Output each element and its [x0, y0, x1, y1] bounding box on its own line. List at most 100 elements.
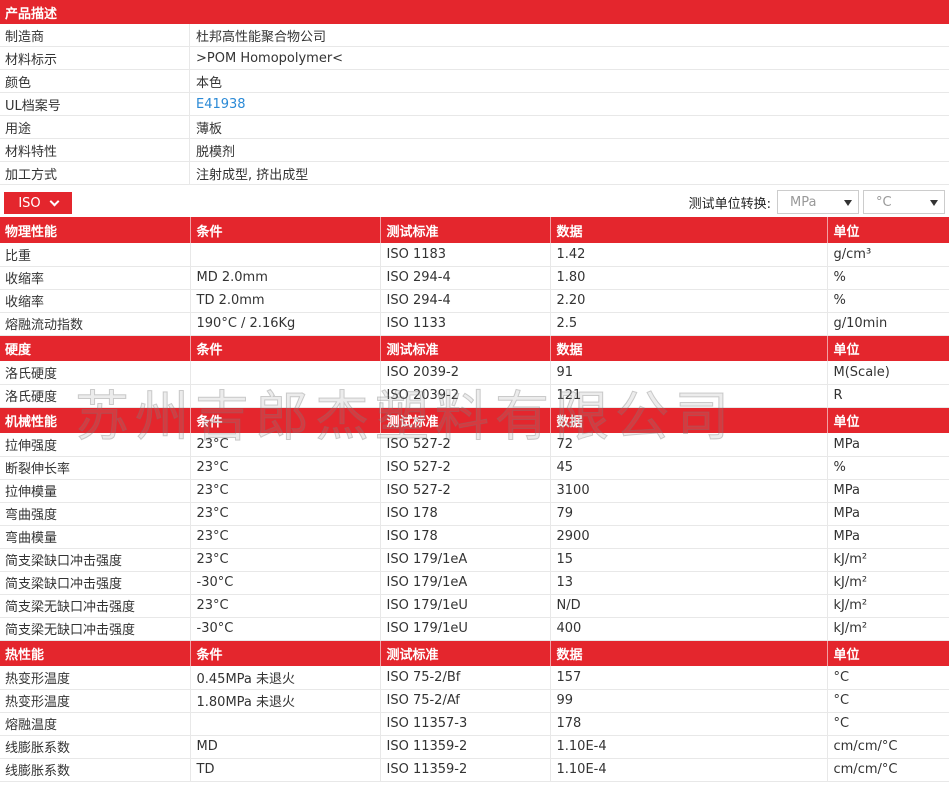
table-row: 线膨胀系数 MD ISO 11359-2 1.10E-4 cm/cm/°C [0, 735, 949, 759]
table-row: 线膨胀系数 TD ISO 11359-2 1.10E-4 cm/cm/°C [0, 758, 949, 782]
column-header-unit: 单位 [827, 217, 949, 243]
description-value: >POM Homopolymer< [196, 50, 344, 66]
table-row: 简支梁缺口冲击强度 -30°C ISO 179/1eA 13 kJ/m² [0, 571, 949, 595]
standard-cell: ISO 527-2 [380, 433, 551, 457]
data-cell: 45 [550, 456, 828, 480]
unit-cell: R [827, 384, 949, 408]
condition-cell [190, 712, 381, 736]
chevron-down-icon [49, 196, 60, 206]
standard-select-button[interactable]: ISO [4, 192, 72, 214]
standard-cell: ISO 75-2/Bf [380, 666, 551, 690]
table-row: 简支梁缺口冲击强度 23°C ISO 179/1eA 15 kJ/m² [0, 548, 949, 572]
standard-cell: ISO 178 [380, 502, 551, 526]
standard-cell: ISO 11359-2 [380, 758, 551, 782]
table-row: 熔融温度 ISO 11357-3 178 °C [0, 712, 949, 736]
standard-cell: ISO 11359-2 [380, 735, 551, 759]
property-name: 拉伸强度 [0, 433, 191, 457]
standard-cell: ISO 75-2/Af [380, 689, 551, 713]
condition-cell [190, 361, 381, 385]
description-row: 颜色 本色 [0, 70, 949, 93]
property-name: 简支梁无缺口冲击强度 [0, 617, 191, 641]
property-name: 弯曲模量 [0, 525, 191, 549]
description-row: 制造商 杜邦高性能聚合物公司 [0, 24, 949, 47]
standard-cell: ISO 1183 [380, 243, 551, 267]
section-header-row: 机械性能 条件 测试标准 数据 单位 [0, 407, 949, 433]
condition-cell: -30°C [190, 617, 381, 641]
unit-cell: °C [827, 712, 949, 736]
column-header-data: 数据 [550, 335, 828, 361]
condition-cell: 23°C [190, 502, 381, 526]
table-row: 拉伸强度 23°C ISO 527-2 72 MPa [0, 433, 949, 457]
table-row: 收缩率 TD 2.0mm ISO 294-4 2.20% [0, 289, 949, 313]
toolbar: ISO 测试单位转换: MPa °C [0, 185, 949, 217]
description-value: 脱模剂 [196, 144, 236, 160]
standard-cell: ISO 179/1eA [380, 548, 551, 572]
unit-cell: kJ/m² [827, 548, 949, 572]
standard-cell: ISO 179/1eU [380, 617, 551, 641]
condition-cell: TD 2.0mm [190, 289, 381, 313]
column-header-unit: 单位 [827, 335, 949, 361]
section-title: 热性能 [0, 640, 191, 666]
condition-cell: 23°C [190, 525, 381, 549]
product-description-section: 产品描述 制造商 杜邦高性能聚合物公司 材料标示 >POM Homopolymer< 颜… [0, 0, 949, 185]
standard-cell: ISO 2039-2 [380, 361, 551, 385]
description-key: 加工方式 [0, 162, 190, 184]
section-header-row: 热性能 条件 测试标准 数据 单位 [0, 640, 949, 666]
column-header-standard: 测试标准 [380, 335, 551, 361]
table-row: 简支梁无缺口冲击强度 23°C ISO 179/1eU N/D kJ/m² [0, 594, 949, 618]
column-header-condition: 条件 [190, 640, 381, 666]
standard-cell: ISO 178 [380, 525, 551, 549]
condition-cell: MD [190, 735, 381, 759]
unit-cell: kJ/m² [827, 594, 949, 618]
condition-cell: 0.45MPa 未退火 [190, 666, 381, 690]
properties-table: 物理性能 条件 测试标准 数据 单位 比重 ISO 1183 1.42 g/cm³ 收缩率 MD 2… [0, 217, 949, 782]
condition-cell: MD 2.0mm [190, 266, 381, 290]
column-header-data: 数据 [550, 640, 828, 666]
dropdown-arrow-icon [844, 200, 852, 206]
standard-cell: ISO 294-4 [380, 289, 551, 313]
data-cell: 72 [550, 433, 828, 457]
temperature-unit-value: °C [876, 194, 892, 210]
data-cell: 157 [550, 666, 828, 690]
description-key: 材料特性 [0, 139, 190, 161]
property-name: 热变形温度 [0, 689, 191, 713]
condition-cell: 190°C / 2.16Kg [190, 312, 381, 336]
data-cell: 91 [550, 361, 828, 385]
standard-cell: ISO 179/1eA [380, 571, 551, 595]
property-name: 洛氏硬度 [0, 384, 191, 408]
condition-cell: -30°C [190, 571, 381, 595]
condition-cell: 23°C [190, 433, 381, 457]
standard-cell: ISO 11357-3 [380, 712, 551, 736]
column-header-standard: 测试标准 [380, 217, 551, 243]
table-row: 弯曲模量 23°C ISO 178 2900 MPa [0, 525, 949, 549]
pressure-unit-value: MPa [790, 194, 817, 210]
data-cell: 400 [550, 617, 828, 641]
description-row: 材料标示 >POM Homopolymer< [0, 47, 949, 70]
table-row: 拉伸模量 23°C ISO 527-2 3100 MPa [0, 479, 949, 503]
section-title: 硬度 [0, 335, 191, 361]
table-row: 热变形温度 1.80MPa 未退火 ISO 75-2/Af 99 °C [0, 689, 949, 713]
property-name: 弯曲强度 [0, 502, 191, 526]
property-name: 收缩率 [0, 289, 191, 313]
ul-file-link[interactable]: E41938 [190, 93, 246, 115]
table-row: 洛氏硬度 ISO 2039-2 121 R [0, 384, 949, 408]
description-value: 薄板 [196, 121, 223, 137]
temperature-unit-select[interactable]: °C [863, 190, 945, 214]
column-header-condition: 条件 [190, 217, 381, 243]
condition-cell [190, 384, 381, 408]
unit-cell: % [827, 266, 949, 290]
unit-cell: g/10min [827, 312, 949, 336]
pressure-unit-select[interactable]: MPa [777, 190, 859, 214]
description-key: 制造商 [0, 24, 190, 46]
table-row: 洛氏硬度 ISO 2039-2 91 M(Scale) [0, 361, 949, 385]
unit-cell: cm/cm/°C [827, 758, 949, 782]
data-cell: 3100 [550, 479, 828, 503]
standard-cell: ISO 294-4 [380, 266, 551, 290]
column-header-condition: 条件 [190, 407, 381, 433]
column-header-unit: 单位 [827, 407, 949, 433]
description-key: 材料标示 [0, 47, 190, 69]
data-cell: 2900 [550, 525, 828, 549]
unit-cell: MPa [827, 502, 949, 526]
unit-cell: % [827, 289, 949, 313]
table-row: 收缩率 MD 2.0mm ISO 294-4 1.80% [0, 266, 949, 290]
